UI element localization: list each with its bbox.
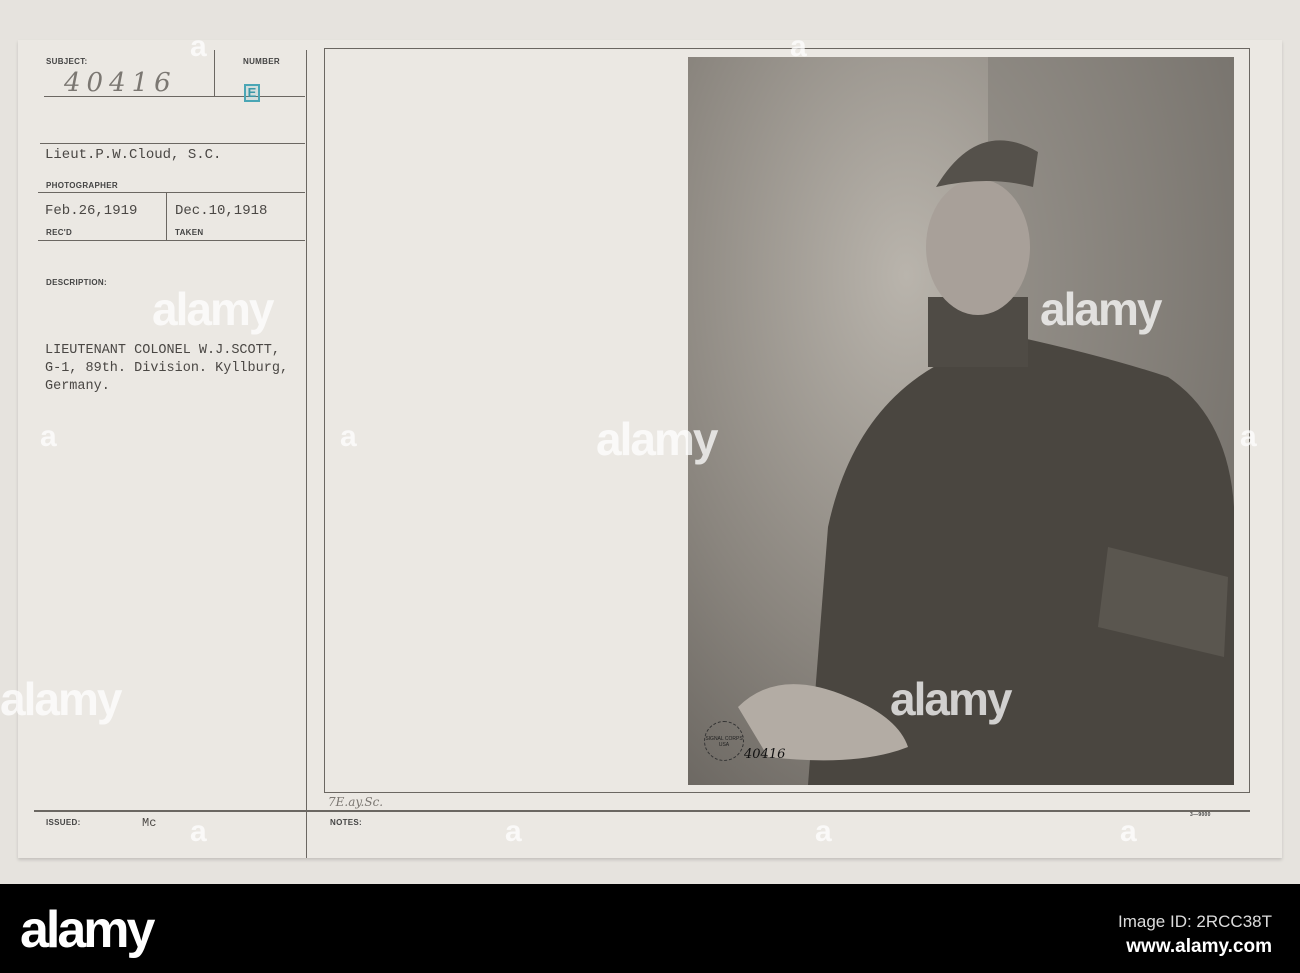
divider	[214, 50, 215, 96]
photo-number: 40416	[744, 747, 786, 762]
watermark-letter: a	[790, 30, 807, 63]
watermark-letter: a	[505, 815, 522, 848]
divider	[166, 192, 167, 240]
description-line: LIEUTENANT COLONEL W.J.SCOTT,	[45, 343, 280, 358]
recd-label: REC'D	[46, 228, 73, 237]
divider	[34, 810, 1250, 812]
divider	[38, 192, 305, 193]
number-label: NUMBER	[243, 57, 280, 66]
watermark: alamy	[1040, 283, 1162, 335]
watermark-letter: a	[190, 815, 207, 848]
watermark-letter: a	[190, 30, 207, 63]
description-text: LIEUTENANT COLONEL W.J.SCOTT, G-1, 89th.…	[45, 342, 288, 396]
watermark: alamy	[0, 673, 122, 725]
photographer-value: Lieut.P.W.Cloud, S.C.	[45, 147, 222, 163]
notes-label: NOTES:	[330, 818, 363, 827]
alamy-logo: alamy	[20, 901, 155, 959]
issued-label: ISSUED:	[46, 818, 81, 827]
taken-label: TAKEN	[175, 228, 204, 237]
notes-value: 7E.ay.Sc.	[328, 795, 384, 809]
divider	[38, 240, 305, 241]
description-label: DESCRIPTION:	[46, 278, 107, 287]
watermark-letter: a	[40, 420, 57, 453]
watermark-letter: a	[815, 815, 832, 848]
subject-value: 40416	[64, 68, 177, 98]
number-stamp: E	[244, 84, 260, 102]
subject-label: SUBJECT:	[46, 57, 88, 66]
watermark: alamy	[152, 283, 274, 335]
watermark-letter: a	[1120, 815, 1137, 848]
footer-bar	[0, 884, 1300, 973]
description-line: G-1, 89th. Division. Kyllburg,	[45, 361, 289, 376]
recd-value: Feb.26,1919	[45, 203, 138, 219]
site-link[interactable]: www.alamy.com	[1126, 936, 1272, 958]
issued-value: Mc	[142, 816, 157, 830]
description-line: Germany.	[45, 379, 110, 394]
photographer-label: PHOTOGRAPHER	[46, 181, 118, 190]
watermark-letter: a	[340, 420, 357, 453]
taken-value: Dec.10,1918	[175, 203, 268, 219]
watermark-letter: a	[1240, 420, 1257, 453]
divider	[40, 143, 305, 144]
watermark: alamy	[596, 413, 718, 465]
form-number: 3—9000	[1190, 812, 1211, 818]
signal-corps-stamp: SIGNAL CORPS USA	[704, 721, 744, 761]
column-divider	[306, 50, 307, 858]
image-id: Image ID: 2RCC38T	[1118, 912, 1272, 931]
watermark: alamy	[890, 673, 1012, 725]
